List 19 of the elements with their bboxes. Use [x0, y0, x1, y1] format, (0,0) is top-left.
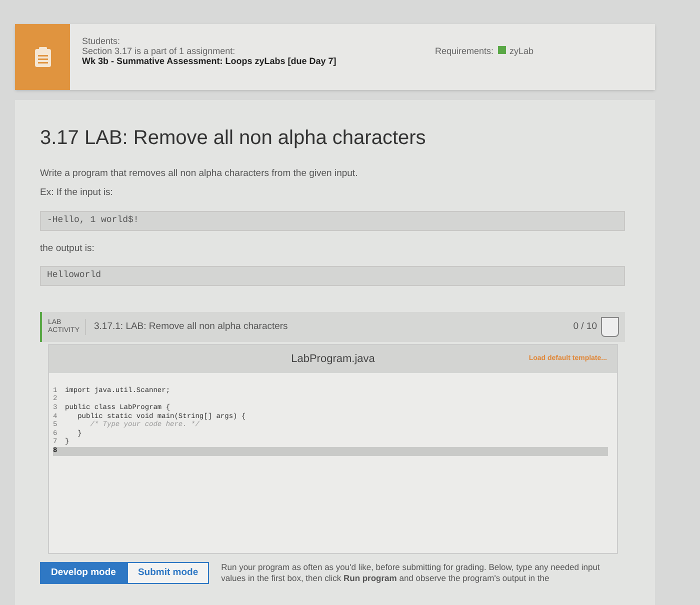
description-text: Write a program that removes all non alpha characters from the given input.: [40, 167, 359, 181]
activity-title: 3.17.1: LAB: Remove all non alpha characters: [94, 320, 288, 334]
assignment-text: Students:: [82, 36, 122, 46]
completion-box: [601, 316, 619, 337]
instructions-text: Run your program as often as you'd like, before submitting for grading. Below, type any needed input values in the first box, then click Run program and observe the program's output in the: [221, 562, 601, 584]
score-text: 0 / 10: [573, 320, 597, 334]
description-text: Ex: If the input is:: [40, 186, 114, 200]
example-input-block: -Hello, 1 world$!: [40, 210, 625, 230]
editor-filename: LabProgram.java: [291, 352, 375, 366]
requirement-label: zyLab: [510, 46, 534, 56]
assignment-text: Section 3.17 is a part of 1 assignment:: [82, 46, 236, 56]
clipboard-icon: [34, 46, 52, 68]
mode-tab[interactable]: Submit mode: [126, 562, 210, 584]
description-text: the output is:: [40, 242, 96, 256]
assignment-link[interactable]: Wk 3b - Summative Assessment: Loops zyLabs [due Day 7]: [82, 56, 432, 66]
example-output-block: Helloworld: [40, 266, 625, 286]
section-title: 3.17 LAB: Remove all non alpha characters: [40, 126, 427, 151]
mode-tab[interactable]: Develop mode: [40, 562, 127, 584]
requirements-label: Requirements:: [435, 46, 494, 56]
